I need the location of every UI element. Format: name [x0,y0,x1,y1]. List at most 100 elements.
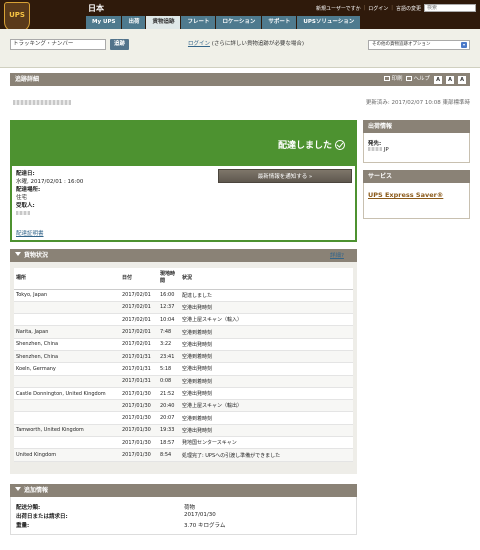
additional-info-header[interactable]: 追加情報 [10,484,357,497]
row-time: 23:41 [158,350,180,364]
delivery-location-value: 住宅 [16,195,28,201]
masked-tracking-number [13,100,71,105]
tracking-detail-body: 更新済み: 2017/02/07 10:08 東部標準時 [10,86,470,116]
table-row: 2017/01/31 0:08 空港到着時刻 [14,375,353,388]
package-progress-table: 場所 日付 現地時間 状況 Tokyo, Japan 2017/02/01 16:0… [14,268,353,462]
row-activity: 空港到着時刻 [180,411,353,425]
divider: | [363,5,366,11]
col-date: 日付 [120,268,158,290]
row-activity: 空港上屋スキャン（輸入） [180,313,353,327]
tab-tracking[interactable]: 貨物追跡 [146,16,181,29]
row-date: 2017/01/30 [120,411,158,425]
table-header-row: 場所 日付 現地時間 状況 [14,268,353,290]
login-link-top[interactable]: ログイン [368,5,388,12]
collapse-triangle-icon [15,252,21,256]
text-size-large[interactable]: A [458,75,466,84]
tab-shipping[interactable]: 出荷 [122,16,146,29]
services-box: UPS Express Saver® [363,183,470,219]
tab-my-ups[interactable]: My UPS [86,16,122,29]
login-link[interactable]: ログイン [188,41,210,47]
row-time: 21:52 [158,387,180,401]
row-activity: 空港上屋スキャン（輸出） [180,399,353,413]
services-title: サービス [368,173,393,180]
tab-locations[interactable]: ロケーション [216,16,262,29]
help-label: ヘルプ [413,76,430,82]
shipping-info-header: 出荷情報 [363,120,470,133]
row-time: 16:00 [158,289,180,302]
row-date: 2017/02/01 [120,325,158,339]
progress-detail-link[interactable]: 詳細? [330,251,344,259]
row-location: United Kingdom [14,448,120,462]
ship-from-country: JP [383,147,389,153]
tracking-number-input[interactable]: トラッキング・ナンバー [10,39,106,50]
row-location: Koeln, Germany [14,362,120,376]
row-location [14,313,120,327]
help-icon [406,76,413,81]
notify-updates-button[interactable]: 最新情報を通知する » [218,169,352,183]
print-icon [384,76,391,81]
col-activity: 状況 [180,268,353,290]
top-header: UPS 日本 新規ユーザーですか | ログイン | 言語の変更 My UPS 出… [0,0,480,32]
collapse-triangle-icon [15,487,21,491]
ship-from-value: JP [368,147,465,153]
delivered-banner: 配達しました [12,122,355,166]
row-activity: 空港到着時刻 [180,350,353,364]
row-date: 2017/01/30 [120,399,158,413]
col-local-time: 現地時間 [158,268,180,290]
track-button[interactable]: 追跡 [110,39,130,50]
ship-from-label: 発先: [368,141,382,147]
row-location: Castle Donnington, United Kingdom [14,387,120,401]
services-header: サービス [363,170,470,183]
masked-receiver [16,211,30,215]
row-time: 18:57 [158,436,180,450]
tracking-options-select[interactable]: その他の貨物追跡オプション ▾ [368,40,470,50]
text-size-small[interactable]: A [434,75,442,84]
row-activity: 処理完了: UPSへの引渡し準備ができました [180,448,353,462]
table-row: Koeln, Germany 2017/01/31 5:18 空港出発時刻 [14,362,353,376]
change-language-link[interactable]: 言語の変更 [396,5,421,12]
tab-freight[interactable]: フレート [181,16,216,29]
row-activity: 空港到着時刻 [180,325,353,339]
row-location: Tokyo, Japan [14,289,120,302]
tab-ups-solutions[interactable]: UPSソリューション [297,16,361,29]
delivery-info: 配達日: 水曜, 2017/02/01 : 16:00 配達場所: 住宅 受取人… [16,170,83,218]
table-row: Tokyo, Japan 2017/02/01 16:00 配達しました [14,289,353,302]
delivery-location-label: 配達場所: [16,187,41,193]
additional-info-title: 追加情報 [24,487,49,494]
logo-text: UPS [9,11,25,19]
tracking-search-bar: トラッキング・ナンバー 追跡 ログイン (さらに詳しい貨物追跡が必要な場合) そ… [0,29,480,68]
receiver-value [16,210,83,218]
row-location [14,301,120,315]
main-nav: My UPS 出荷 貨物追跡 フレート ロケーション サポート UPSソリューシ… [86,16,361,29]
receiver-label: 受取人: [16,203,35,209]
print-label: 印刷 [391,76,403,82]
row-location [14,399,120,413]
proof-of-delivery-link[interactable]: 配達証明書 [16,229,44,237]
package-progress-panel: 場所 日付 現地時間 状況 Tokyo, Japan 2017/02/01 16:0… [10,262,357,474]
table-row: 2017/01/30 20:07 空港到着時刻 [14,411,353,425]
ups-logo[interactable]: UPS [4,2,30,32]
table-row: 2017/02/01 10:04 空港上屋スキャン（輸入） [14,313,353,327]
table-row: Shenzhen, China 2017/02/01 3:22 空港出発時刻 [14,338,353,351]
row-activity: 配達しました [180,289,353,302]
row-time: 12:37 [158,301,180,315]
site-search-input[interactable] [424,4,476,12]
new-user-link[interactable]: 新規ユーザーですか [316,5,361,12]
table-row: Narita, Japan 2017/02/01 7:48 空港到着時刻 [14,325,353,339]
text-size-medium[interactable]: A [446,75,454,84]
info-value: 荷物 [184,505,196,511]
express-saver-link[interactable]: UPS Express Saver® [368,191,443,199]
row-time: 20:40 [158,399,180,413]
row-location: Tamworth, United Kingdom [14,424,120,438]
delivery-date-value: 水曜, 2017/02/01 : 16:00 [16,179,84,185]
row-date: 2017/01/30 [120,448,158,462]
row-activity: 空港出発時刻 [180,424,353,438]
package-progress-header[interactable]: 貨物状況 [10,249,357,262]
row-date: 2017/01/30 [120,436,158,450]
tab-support[interactable]: サポート [262,16,297,29]
table-row: Castle Donnington, United Kingdom 2017/01… [14,387,353,401]
help-link[interactable]: ヘルプ [406,73,430,86]
print-link[interactable]: 印刷 [384,73,402,86]
table-row: Shenzhen, China 2017/01/31 23:41 空港到着時刻 [14,350,353,364]
row-activity: 発地国センタースキャン [180,436,353,450]
